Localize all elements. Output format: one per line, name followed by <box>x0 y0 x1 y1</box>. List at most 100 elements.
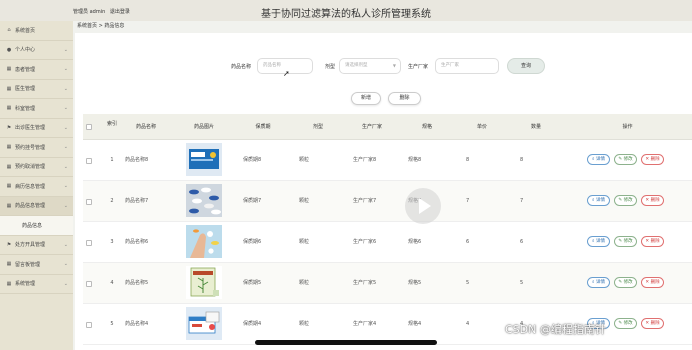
user-icon: ● <box>6 46 12 53</box>
breadcrumb-current: 药品信息 <box>104 23 125 29</box>
sidebar-item[interactable]: ● 个人中心 ⌄ <box>0 41 73 60</box>
chevron-down-icon: ⌄ <box>63 66 68 72</box>
cell-form: 颗粒 <box>299 198 310 204</box>
sidebar-item[interactable]: ⌂ 系统首页 <box>0 21 73 41</box>
video-play-overlay[interactable] <box>405 188 441 224</box>
sidebar-item[interactable]: ▦ 预约挂号管理 ⌄ <box>0 138 73 158</box>
detail-button-label: 详情 <box>595 198 605 203</box>
sidebar-item[interactable]: ▦ 药品信息管理 ⌄ <box>0 196 73 216</box>
table-row: 2药品名称7保质期7颗粒生产厂家7规格777⌕ 详情✎ 修改✕ 删除 <box>83 181 692 222</box>
cell-name: 药品名称5 <box>125 280 149 286</box>
sidebar-item[interactable]: ▦ 预约取消管理 ⌄ <box>0 158 73 177</box>
name-search-label: 药品名称 <box>231 64 252 70</box>
detail-button[interactable]: ⌕ 详情 <box>587 236 610 247</box>
cell-expiry: 保质期4 <box>243 321 262 327</box>
add-button[interactable]: 新增 <box>351 92 381 105</box>
sidebar-item[interactable]: ▦ 病历信息管理 ⌄ <box>0 177 73 197</box>
row-checkbox[interactable] <box>86 158 92 164</box>
cell-maker: 生产厂家4 <box>353 321 377 327</box>
table-header: 索引 药品名称 药品图片 保质期 剂型 生产厂家 规格 单价 数量 操作 <box>83 114 692 140</box>
cell-price: 8 <box>466 157 470 163</box>
sidebar-item-label: 患者管理 <box>15 66 36 73</box>
delete-button[interactable]: 删除 <box>388 92 421 105</box>
cell-index: 4 <box>110 280 114 286</box>
breadcrumb: 系统首页 > 药品信息 <box>77 22 124 29</box>
chevron-down-icon: ⌄ <box>63 85 68 92</box>
sidebar-item[interactable]: ▦ 系统管理 ⌄ <box>0 275 73 294</box>
cell-name: 药品名称7 <box>125 198 149 204</box>
cell-expiry: 保质期7 <box>243 198 262 204</box>
cell-form: 颗粒 <box>299 321 310 327</box>
edit-button[interactable]: ✎ 修改 <box>614 318 637 329</box>
row-delete-button[interactable]: ✕ 删除 <box>641 195 664 206</box>
col-maker: 生产厂家 <box>361 124 382 130</box>
type-select[interactable]: 请选择剂型 ▼ <box>339 58 401 74</box>
edit-button[interactable]: ✎ 修改 <box>614 277 637 288</box>
sidebar-item[interactable]: ▦ 患者管理 ⌄ <box>0 60 73 80</box>
top-header: 管理员 admin 退出登录 基于协同过滤算法的私人诊所管理系统 <box>0 0 692 21</box>
cell-expiry: 保质期5 <box>243 280 262 286</box>
cell-maker: 生产厂家8 <box>353 157 377 163</box>
table-row: 3 药品名称6 保质期6 颗粒 生产厂家6 规格6 6 6 ⌕ 详情 ✎ 修改 ✕ 删除 <box>83 222 692 263</box>
sidebar-item-label: 留言板管理 <box>15 261 41 268</box>
cell-name: 药品名称4 <box>125 321 149 327</box>
medicine-image <box>186 307 222 340</box>
sidebar-item-label: 科室管理 <box>15 105 36 112</box>
row-delete-button[interactable]: ✕ 删除 <box>641 277 664 288</box>
sidebar-item[interactable]: ▦ 科室管理 ⌄ <box>0 99 73 119</box>
col-image: 药品图片 <box>193 124 214 130</box>
row-checkbox[interactable] <box>86 322 92 328</box>
medicine-image <box>186 143 222 176</box>
edit-button[interactable]: ✎ 修改 <box>614 236 637 247</box>
sidebar-item[interactable]: ▦ 留言板管理 ⌄ <box>0 255 73 275</box>
cell-price: 5 <box>466 280 470 286</box>
home-icon: ⌂ <box>7 27 11 34</box>
row-checkbox[interactable] <box>86 199 92 205</box>
sidebar-item[interactable]: ▦ 医生管理 ⌄ <box>0 80 73 99</box>
grid-icon: ▦ <box>6 202 12 209</box>
search-bar: 药品名称 药品名称 剂型 请选择剂型 ▼ 生产厂家 生产厂家 查询 <box>75 58 692 76</box>
breadcrumb-home[interactable]: 系统首页 <box>77 23 97 29</box>
sidebar-item[interactable]: ⚑ 出诊医生管理 ⌄ <box>0 119 73 138</box>
edit-button-label: 修改 <box>623 198 633 203</box>
cell-spec: 规格8 <box>408 157 422 163</box>
medicine-image <box>186 184 222 217</box>
col-qty: 数量 <box>530 124 541 130</box>
cell-maker: 生产厂家6 <box>353 239 377 245</box>
play-icon <box>419 198 431 214</box>
cell-index: 2 <box>110 198 114 204</box>
row-delete-button-label: 删除 <box>650 239 660 244</box>
app-title: 基于协同过滤算法的私人诊所管理系统 <box>261 9 431 20</box>
sidebar-subitem[interactable]: 药品信息 <box>0 216 73 236</box>
grid-icon: ▦ <box>6 261 12 268</box>
maker-search-input[interactable]: 生产厂家 <box>435 58 499 74</box>
col-form: 剂型 <box>312 124 323 130</box>
cell-index: 3 <box>110 239 114 245</box>
row-delete-button[interactable]: ✕ 删除 <box>641 154 664 165</box>
edit-button-label: 修改 <box>623 280 633 285</box>
detail-button[interactable]: ⌕ 详情 <box>587 195 610 206</box>
detail-button[interactable]: ⌕ 详情 <box>587 277 610 288</box>
query-button[interactable]: 查询 <box>507 58 545 74</box>
row-delete-button[interactable]: ✕ 删除 <box>641 236 664 247</box>
medicine-table: 索引 药品名称 药品图片 保质期 剂型 生产厂家 规格 单价 数量 操作 1 药品… <box>83 114 692 345</box>
sidebar-item[interactable]: ⚑ 处方开具管理 ⌄ <box>0 236 73 255</box>
detail-button-label: 详情 <box>595 157 605 162</box>
cell-form: 颗粒 <box>299 280 310 286</box>
mouse-cursor-icon: ➚ <box>283 69 290 78</box>
cell-maker: 生产厂家5 <box>353 280 377 286</box>
edit-button[interactable]: ✎ 修改 <box>614 195 637 206</box>
edit-button-label: 修改 <box>623 239 633 244</box>
sidebar-item-label: 系统管理 <box>15 281 36 288</box>
row-checkbox[interactable] <box>86 240 92 246</box>
edit-button[interactable]: ✎ 修改 <box>614 154 637 165</box>
cell-form: 颗粒 <box>299 239 310 245</box>
sidebar-item-label: 处方开具管理 <box>15 242 46 249</box>
sidebar-item-label: 药品信息 <box>22 222 43 229</box>
chevron-down-icon: ⌄ <box>63 105 68 111</box>
detail-button[interactable]: ⌕ 详情 <box>587 154 610 165</box>
row-checkbox[interactable] <box>86 281 92 287</box>
row-delete-button[interactable]: ✕ 删除 <box>641 318 664 329</box>
select-all-checkbox[interactable] <box>86 124 92 130</box>
chevron-down-icon: ⌄ <box>63 163 68 170</box>
